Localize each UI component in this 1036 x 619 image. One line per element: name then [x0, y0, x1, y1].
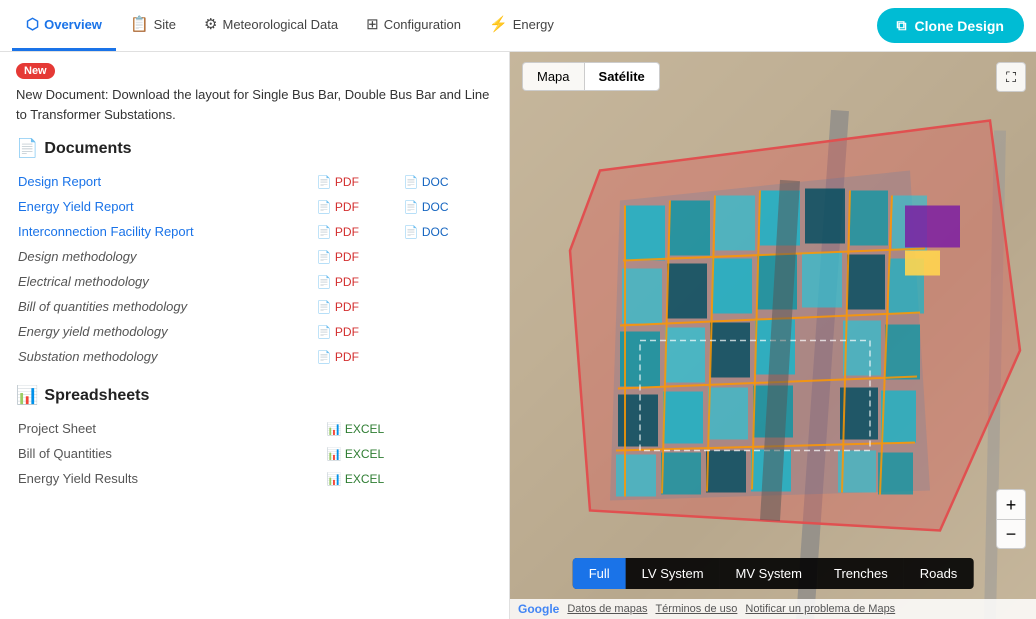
layer-btn-mv[interactable]: MV System	[720, 558, 818, 589]
map-fullscreen-button[interactable]: ⛶	[996, 62, 1026, 92]
nav-label-config: Configuration	[384, 17, 461, 32]
energy-yield-pdf[interactable]: 📄 PDF	[317, 200, 359, 214]
meteo-icon: ⚙	[204, 15, 217, 33]
map-toggle-bar: Mapa Satélite	[522, 62, 660, 91]
doc-row-bill-method: Bill of quantities methodology 📄 PDF	[16, 294, 493, 319]
new-doc-description: New Document: Download the layout for Si…	[16, 85, 493, 124]
map-overlay-svg	[510, 52, 1036, 619]
clone-label: Clone Design	[915, 18, 1004, 34]
electrical-method-pdf[interactable]: 📄 PDF	[317, 275, 359, 289]
fullscreen-icon: ⛶	[1006, 69, 1016, 86]
nav-item-overview[interactable]: ⬡ Overview	[12, 0, 116, 51]
map-panel: Mapa Satélite ⛶	[510, 52, 1036, 619]
clone-icon: ⧉	[897, 17, 907, 34]
layer-btn-trenches[interactable]: Trenches	[818, 558, 904, 589]
zoom-in-button[interactable]: +	[996, 489, 1026, 519]
project-sheet-excel[interactable]: 📊 EXCEL	[327, 422, 385, 436]
design-report-doc[interactable]: 📄 DOC	[404, 175, 449, 189]
doc-label-electrical-method: Electrical methodology	[16, 269, 315, 294]
left-panel: New New Document: Download the layout fo…	[0, 52, 510, 619]
zoom-out-button[interactable]: −	[996, 519, 1026, 549]
substation-method-pdf[interactable]: 📄 PDF	[317, 350, 359, 364]
doc-label-energy-yield[interactable]: Energy Yield Report	[16, 194, 315, 219]
terms-link[interactable]: Términos de uso	[655, 603, 737, 615]
spreadsheet-row-project: Project Sheet 📊 EXCEL	[16, 416, 493, 441]
doc-row-electrical-method: Electrical methodology 📄 PDF	[16, 269, 493, 294]
layer-btn-roads[interactable]: Roads	[904, 558, 974, 589]
nav-item-energy[interactable]: ⚡ Energy	[475, 0, 568, 51]
nav-label-overview: Overview	[44, 17, 102, 32]
doc-row-interconnection: Interconnection Facility Report 📄 PDF 📄 …	[16, 219, 493, 244]
spreadsheets-section-header: 📊 Spreadsheets	[16, 385, 493, 406]
documents-section-header: 📄 Documents	[16, 138, 493, 159]
bill-quantities-excel[interactable]: 📊 EXCEL	[327, 447, 385, 461]
energy-icon: ⚡	[489, 15, 508, 33]
main-layout: New New Document: Download the layout fo…	[0, 52, 1036, 619]
map-data-link[interactable]: Datos de mapas	[567, 603, 647, 615]
doc-label-design-method: Design methodology	[16, 244, 315, 269]
bill-method-pdf[interactable]: 📄 PDF	[317, 300, 359, 314]
doc-row-design-method: Design methodology 📄 PDF	[16, 244, 493, 269]
google-logo: Google	[518, 602, 559, 616]
spreadsheet-label-project: Project Sheet	[16, 416, 325, 441]
nav-label-site: Site	[154, 17, 176, 32]
documents-table: Design Report 📄 PDF 📄 DOC Energy Yield R…	[16, 169, 493, 369]
map-toggle-satelite[interactable]: Satélite	[584, 62, 660, 91]
spreadsheets-icon: 📊	[16, 385, 38, 406]
spreadsheet-row-energy: Energy Yield Results 📊 EXCEL	[16, 466, 493, 491]
doc-label-design-report[interactable]: Design Report	[16, 169, 315, 194]
design-method-pdf[interactable]: 📄 PDF	[317, 250, 359, 264]
spreadsheets-table: Project Sheet 📊 EXCEL Bill of Quantities…	[16, 416, 493, 491]
doc-label-interconnection[interactable]: Interconnection Facility Report	[16, 219, 315, 244]
energy-yield-doc[interactable]: 📄 DOC	[404, 200, 449, 214]
nav-item-configuration[interactable]: ⊞ Configuration	[352, 0, 475, 51]
interconnection-doc[interactable]: 📄 DOC	[404, 225, 449, 239]
site-icon: 📋	[130, 15, 149, 33]
map-zoom-controls: + −	[996, 489, 1026, 549]
nav-item-meteorological[interactable]: ⚙ Meteorological Data	[190, 0, 352, 51]
map-toggle-mapa[interactable]: Mapa	[522, 62, 584, 91]
doc-row-substation-method: Substation methodology 📄 PDF	[16, 344, 493, 369]
top-navigation: ⬡ Overview 📋 Site ⚙ Meteorological Data …	[0, 0, 1036, 52]
new-badge: New	[16, 63, 55, 79]
doc-row-energy-yield: Energy Yield Report 📄 PDF 📄 DOC	[16, 194, 493, 219]
documents-title: Documents	[44, 140, 131, 158]
spreadsheet-row-bill: Bill of Quantities 📊 EXCEL	[16, 441, 493, 466]
interconnection-pdf[interactable]: 📄 PDF	[317, 225, 359, 239]
doc-label-substation-method: Substation methodology	[16, 344, 315, 369]
report-link[interactable]: Notificar un problema de Maps	[745, 603, 895, 615]
nav-label-energy: Energy	[513, 17, 554, 32]
spreadsheet-label-bill: Bill of Quantities	[16, 441, 325, 466]
google-attribution-bar: Google Datos de mapas Términos de uso No…	[510, 599, 1036, 619]
doc-label-bill-method: Bill of quantities methodology	[16, 294, 315, 319]
nav-label-meteo: Meteorological Data	[222, 17, 338, 32]
doc-row-design-report: Design Report 📄 PDF 📄 DOC	[16, 169, 493, 194]
layer-btn-full[interactable]: Full	[573, 558, 626, 589]
doc-row-energy-method: Energy yield methodology 📄 PDF	[16, 319, 493, 344]
config-icon: ⊞	[366, 15, 379, 33]
energy-yield-excel[interactable]: 📊 EXCEL	[327, 472, 385, 486]
spreadsheet-label-energy: Energy Yield Results	[16, 466, 325, 491]
layer-bar: Full LV System MV System Trenches Roads	[573, 558, 974, 589]
clone-design-button[interactable]: ⧉ Clone Design	[877, 8, 1024, 43]
map-image	[510, 52, 1036, 619]
spreadsheets-title: Spreadsheets	[44, 387, 149, 405]
doc-label-energy-method: Energy yield methodology	[16, 319, 315, 344]
overview-icon: ⬡	[26, 15, 39, 33]
documents-icon: 📄	[16, 138, 38, 159]
design-report-pdf[interactable]: 📄 PDF	[317, 175, 359, 189]
layer-btn-lv[interactable]: LV System	[626, 558, 720, 589]
energy-method-pdf[interactable]: 📄 PDF	[317, 325, 359, 339]
nav-item-site[interactable]: 📋 Site	[116, 0, 190, 51]
